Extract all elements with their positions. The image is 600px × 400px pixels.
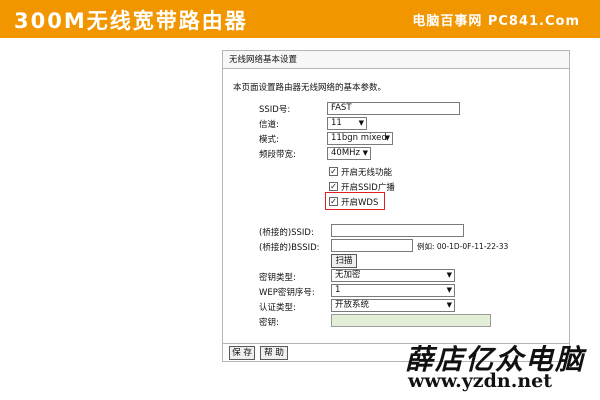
channel-value: 11 xyxy=(331,118,342,128)
chevron-down-icon: ▼ xyxy=(446,286,452,294)
bandwidth-label: 频段带宽: xyxy=(259,150,296,160)
enable-wds-label: 开启WDS xyxy=(341,198,379,208)
enable-wireless-checkbox[interactable]: ✓ xyxy=(329,167,338,176)
wep-index-value: 1 xyxy=(335,285,341,295)
auth-type-value: 开放系统 xyxy=(335,300,370,310)
wep-index-select[interactable]: 1 ▼ xyxy=(331,284,455,297)
wep-index-label: WEP密钥序号: xyxy=(259,288,315,298)
key-type-label: 密钥类型: xyxy=(259,273,296,283)
chevron-down-icon: ▼ xyxy=(446,301,452,309)
key-label: 密钥: xyxy=(259,318,279,328)
mode-label: 模式: xyxy=(259,135,279,145)
enable-wireless-label: 开启无线功能 xyxy=(341,168,393,178)
chevron-down-icon: ▼ xyxy=(362,149,368,157)
router-title: 300M无线宽带路由器 xyxy=(14,9,248,33)
chevron-down-icon: ▼ xyxy=(384,134,390,142)
chevron-down-icon: ▼ xyxy=(358,119,364,127)
key-type-select[interactable]: 无加密 ▼ xyxy=(331,269,455,282)
enable-ssid-broadcast-checkbox[interactable]: ✓ xyxy=(329,182,338,191)
site-logo-text: 电脑百事网 PC841.Com xyxy=(412,14,580,29)
mode-select[interactable]: 11bgn mixed ▼ xyxy=(327,132,393,145)
help-button[interactable]: 帮 助 xyxy=(260,346,288,360)
panel-description: 本页面设置路由器无线网络的基本参数。 xyxy=(233,83,387,93)
bandwidth-value: 40MHz xyxy=(331,148,361,158)
panel-title: 无线网络基本设置 xyxy=(223,51,569,69)
bridged-bssid-label: (桥接的)BSSID: xyxy=(259,243,320,253)
ssid-input[interactable]: FAST xyxy=(327,102,460,115)
bandwidth-select[interactable]: 40MHz ▼ xyxy=(327,147,371,160)
channel-select[interactable]: 11 ▼ xyxy=(327,117,367,130)
auth-type-label: 认证类型: xyxy=(259,303,296,313)
bridged-bssid-input[interactable] xyxy=(331,239,413,252)
key-input[interactable] xyxy=(331,314,491,327)
channel-label: 信道: xyxy=(259,120,279,130)
chevron-down-icon: ▼ xyxy=(446,271,452,279)
sidebar xyxy=(0,38,222,400)
enable-wds-checkbox[interactable]: ✓ xyxy=(329,197,338,206)
ssid-label: SSID号: xyxy=(259,105,291,115)
mode-value: 11bgn mixed xyxy=(331,133,387,143)
wireless-basic-settings-panel: 无线网络基本设置 本页面设置路由器无线网络的基本参数。 SSID号: FAST … xyxy=(222,50,570,362)
save-button[interactable]: 保 存 xyxy=(229,346,255,360)
header-banner: 300M无线宽带路由器 电脑百事网 PC841.Com xyxy=(0,0,600,38)
bridged-ssid-input[interactable] xyxy=(331,224,464,237)
auth-type-select[interactable]: 开放系统 ▼ xyxy=(331,299,455,312)
scan-button[interactable]: 扫描 xyxy=(331,254,357,268)
key-type-value: 无加密 xyxy=(335,270,361,280)
bridged-ssid-label: (桥接的)SSID: xyxy=(259,228,314,238)
watermark-url: www.yzdn.net xyxy=(408,370,552,392)
bssid-example-text: 例如: 00-1D-0F-11-22-33 xyxy=(417,242,509,251)
